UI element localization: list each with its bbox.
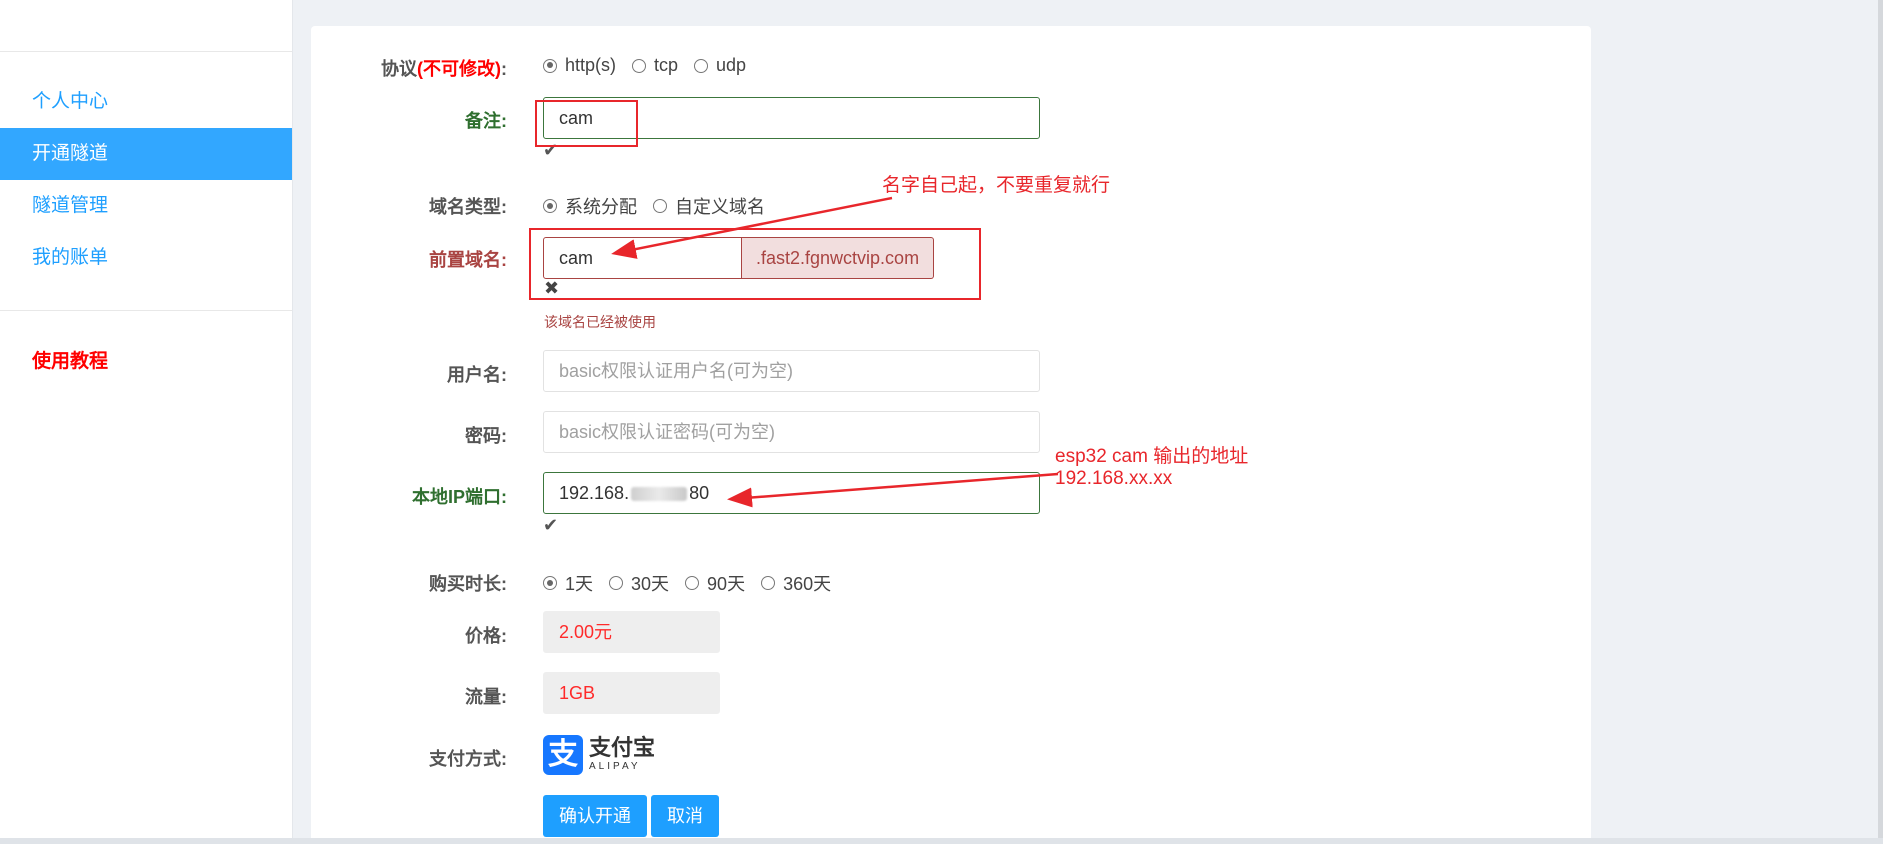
- bottom-strip: [0, 838, 1883, 844]
- annotation-arrows: [611, 196, 1059, 508]
- arrow-to-domain: [611, 196, 893, 259]
- arrow-to-ip: [727, 472, 1059, 508]
